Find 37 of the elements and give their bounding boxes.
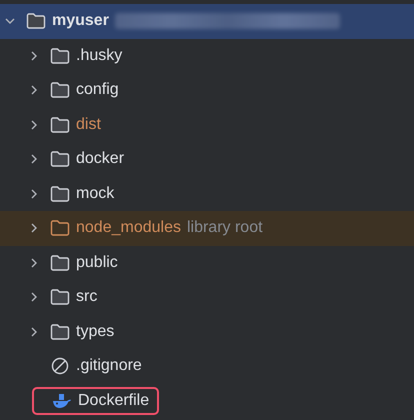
file-name: config bbox=[76, 81, 119, 100]
file-name: src bbox=[76, 288, 98, 306]
folder-icon bbox=[50, 184, 70, 203]
tree-row[interactable]: dist bbox=[0, 108, 414, 142]
folder-icon bbox=[50, 81, 70, 100]
tree-row[interactable]: src bbox=[0, 280, 414, 314]
folder-icon bbox=[50, 322, 70, 341]
whale-icon bbox=[52, 392, 72, 410]
tree-row[interactable]: Dockerfile bbox=[0, 384, 414, 418]
tree-row[interactable]: config bbox=[0, 73, 414, 108]
folder-icon bbox=[50, 219, 70, 238]
tree-row[interactable]: .gitignore bbox=[0, 349, 414, 384]
folder-icon bbox=[50, 46, 70, 65]
folder-icon bbox=[50, 116, 70, 134]
prohibited-icon bbox=[50, 357, 70, 376]
tree-row[interactable]: mock bbox=[0, 176, 414, 211]
file-name: Dockerfile bbox=[78, 392, 150, 410]
tree-row[interactable]: myuser bbox=[0, 4, 414, 38]
file-name: docker bbox=[76, 150, 124, 168]
file-name: node_modules bbox=[76, 219, 181, 238]
file-name: dist bbox=[76, 116, 101, 134]
folder-icon bbox=[26, 12, 46, 30]
tree-row[interactable]: public bbox=[0, 246, 414, 280]
folder-icon bbox=[50, 254, 70, 272]
file-name: .husky bbox=[76, 46, 122, 65]
library-note: library root bbox=[186, 219, 263, 238]
file-name: mock bbox=[76, 184, 114, 203]
folder-icon bbox=[50, 288, 70, 306]
tree-row[interactable]: .husky bbox=[0, 38, 414, 73]
file-name: public bbox=[76, 254, 118, 272]
file-name: .gitignore bbox=[76, 357, 142, 376]
tree-row[interactable]: node_modules library root bbox=[0, 211, 414, 246]
folder-icon bbox=[50, 150, 70, 168]
tree-row[interactable]: docker bbox=[0, 142, 414, 176]
file-name: myuser bbox=[52, 12, 109, 30]
file-name: types bbox=[76, 322, 114, 341]
tree-row[interactable]: types bbox=[0, 314, 414, 349]
